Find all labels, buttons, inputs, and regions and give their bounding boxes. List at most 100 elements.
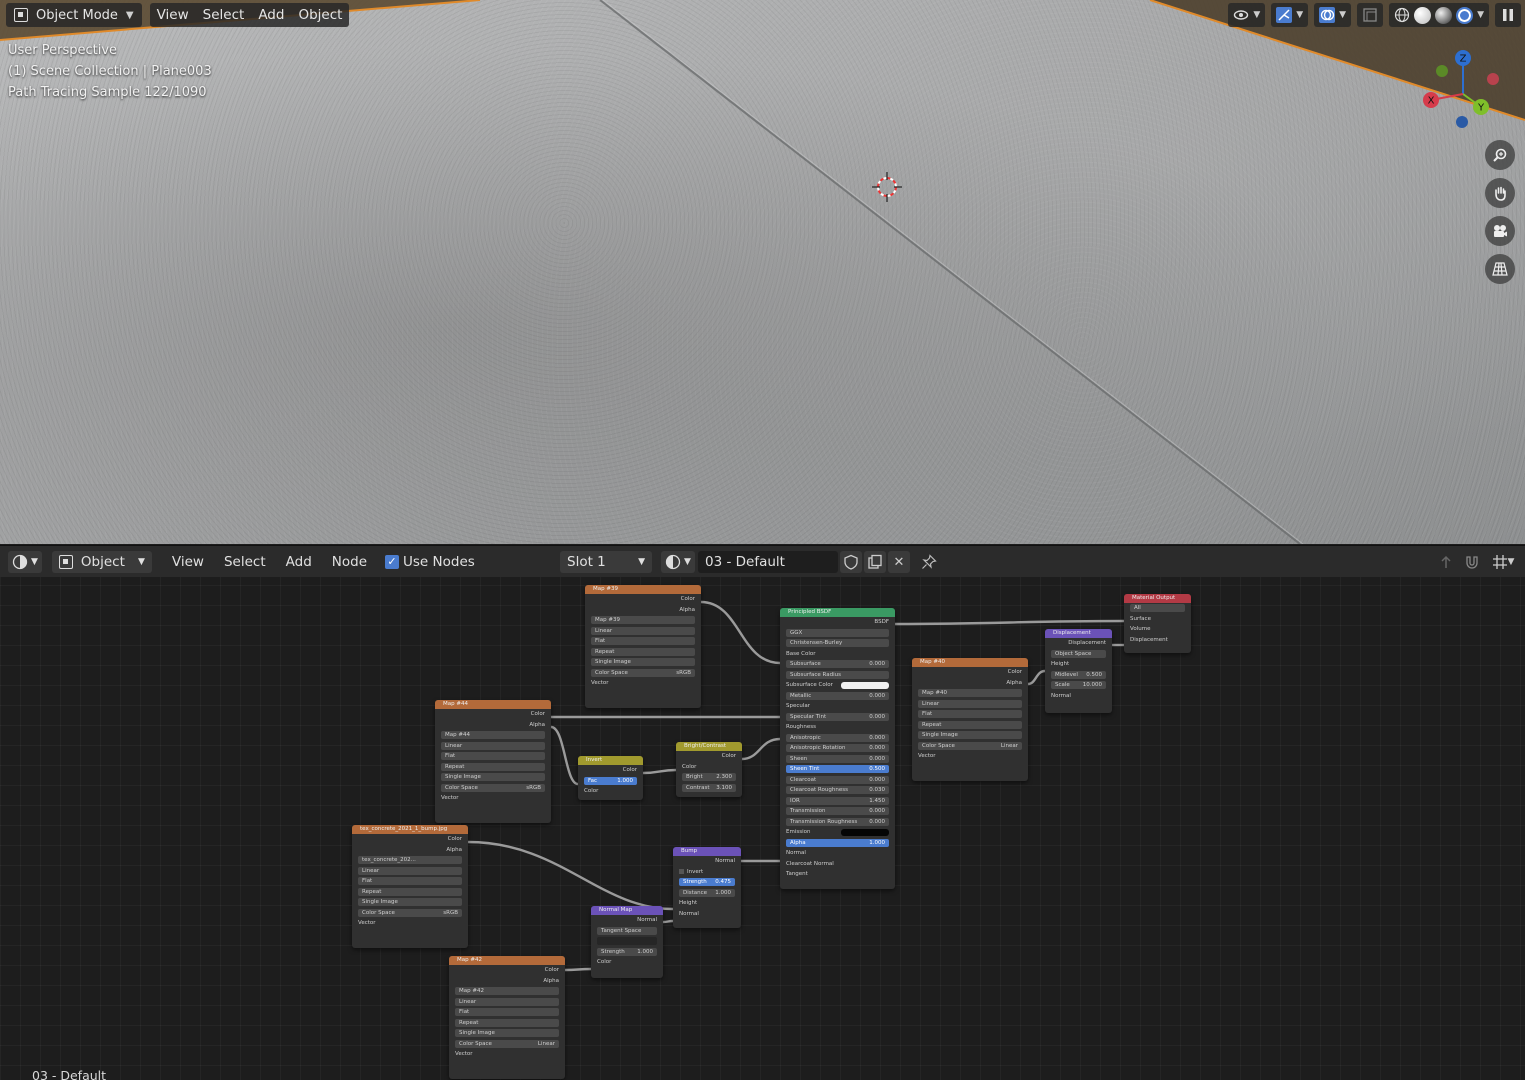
input-color-socket[interactable]: Color (676, 762, 742, 773)
node-header[interactable]: Material Output (1124, 594, 1191, 603)
bsdf-input-tangent[interactable]: Tangent (780, 869, 895, 880)
input-field[interactable]: Metallic 0.000 (786, 691, 889, 700)
projection-dropdown[interactable]: Flat (441, 752, 545, 761)
input-vector-socket[interactable]: Vector (585, 678, 701, 689)
node-header[interactable]: Displacement (1045, 629, 1112, 638)
extension-dropdown[interactable]: Repeat (455, 1018, 559, 1027)
ne-menu-add[interactable]: Add (278, 554, 320, 570)
bsdf-input-roughness[interactable]: Roughness (780, 722, 895, 733)
editor-type-dropdown[interactable]: ▼ (8, 550, 42, 573)
camera-view-button[interactable] (1485, 216, 1515, 246)
output-normal-socket[interactable]: Normal (673, 856, 741, 867)
material-output-node[interactable]: Material Output All Surface Volume Displ… (1124, 594, 1191, 653)
image-selector[interactable]: Map #39 (591, 616, 695, 625)
use-nodes-toggle[interactable]: ✓ Use Nodes (385, 554, 475, 570)
input-height-socket[interactable]: Height (1045, 659, 1112, 670)
menu-view[interactable]: View (150, 3, 196, 27)
input-field[interactable]: IOR 1.450 (786, 796, 889, 805)
bsdf-input-subsurface-radius[interactable]: Subsurface Radius (780, 670, 895, 681)
pin-button[interactable] (918, 551, 940, 573)
input-volume-socket[interactable]: Volume (1124, 624, 1191, 635)
output-alpha-socket[interactable]: Alpha (352, 845, 468, 856)
unlink-material-button[interactable]: ✕ (888, 551, 910, 573)
bsdf-input-sheen-tint[interactable]: Sheen Tint 0.500 (780, 764, 895, 775)
zoom-button[interactable] (1485, 140, 1515, 170)
material-name-field[interactable]: 03 - Default (698, 551, 838, 573)
output-color-socket[interactable]: Color (449, 965, 565, 976)
snap-toggle[interactable] (1461, 551, 1483, 573)
source-dropdown[interactable]: Single Image (591, 658, 695, 667)
color-space-dropdown[interactable]: Color Space Linear (455, 1039, 559, 1048)
space-dropdown[interactable]: Object Space (1051, 649, 1106, 658)
ne-menu-select[interactable]: Select (216, 554, 274, 570)
bsdf-input-transmission[interactable]: Transmission 0.000 (780, 806, 895, 817)
bsdf-input-emission[interactable]: Emission (780, 827, 895, 838)
menu-object[interactable]: Object (291, 3, 349, 27)
color-swatch[interactable] (841, 828, 889, 836)
parent-node-tree-button[interactable] (1435, 551, 1457, 573)
output-color-socket[interactable]: Color (912, 667, 1028, 678)
displacement-node[interactable]: Displacement Displacement Object Space H… (1045, 629, 1112, 713)
image-selector[interactable]: Map #44 (441, 731, 545, 740)
input-vector-socket[interactable]: Vector (449, 1049, 565, 1060)
image-texture-node-map44[interactable]: Map #44 Color Alpha Map #44 Linear Flat … (435, 700, 551, 823)
distance-field[interactable]: Distance 1.000 (679, 888, 735, 897)
node-header[interactable]: Map #44 (435, 700, 551, 709)
duplicate-material-button[interactable] (864, 551, 886, 573)
node-header[interactable]: Map #39 (585, 585, 701, 594)
midlevel-field[interactable]: Midlevel 0.500 (1051, 670, 1106, 679)
output-color-socket[interactable]: Color (352, 834, 468, 845)
bsdf-input-subsurface-color[interactable]: Subsurface Color (780, 680, 895, 691)
input-field[interactable]: Anisotropic 0.000 (786, 733, 889, 742)
shader-node-editor[interactable]: ▼ Object ▼ View Select Add Node ✓ Use No… (0, 545, 1525, 1080)
input-vector-socket[interactable]: Vector (912, 751, 1028, 762)
bsdf-input-clearcoat-roughness[interactable]: Clearcoat Roughness 0.030 (780, 785, 895, 796)
target-dropdown[interactable]: All (1130, 604, 1185, 613)
material-browse-button[interactable]: ▼ (661, 551, 695, 573)
bsdf-input-ior[interactable]: IOR 1.450 (780, 796, 895, 807)
image-selector[interactable]: Map #40 (918, 689, 1022, 698)
invert-checkbox[interactable]: Invert (673, 867, 741, 878)
source-dropdown[interactable]: Single Image (455, 1029, 559, 1038)
input-color-socket[interactable]: Color (591, 957, 663, 968)
output-color-socket[interactable]: Color (435, 709, 551, 720)
input-field[interactable]: Subsurface 0.000 (786, 660, 889, 669)
extension-dropdown[interactable]: Repeat (918, 720, 1022, 729)
object-mode-dropdown[interactable]: Object Mode ▼ (6, 3, 142, 27)
ortho-toggle-button[interactable] (1485, 254, 1515, 284)
ne-menu-node[interactable]: Node (324, 554, 375, 570)
strength-field[interactable]: Strength 1.000 (597, 947, 657, 956)
invert-node[interactable]: Invert Color Fac 1.000 Color (578, 756, 643, 800)
input-vector-socket[interactable]: Vector (352, 918, 468, 929)
xray-toggle[interactable] (1357, 3, 1384, 27)
scale-field[interactable]: Scale 10.000 (1051, 681, 1106, 690)
output-bsdf-socket[interactable]: BSDF (780, 617, 895, 628)
projection-dropdown[interactable]: Flat (358, 877, 462, 886)
node-header[interactable]: Invert (578, 756, 643, 765)
projection-dropdown[interactable]: Flat (591, 637, 695, 646)
interpolation-dropdown[interactable]: Linear (918, 699, 1022, 708)
3d-viewport[interactable]: Object Mode ▼ View Select Add Object Use… (0, 0, 1525, 544)
space-dropdown[interactable]: Tangent Space (597, 926, 657, 935)
interpolation-dropdown[interactable]: Linear (591, 626, 695, 635)
input-normal-socket[interactable]: Normal (673, 909, 741, 920)
image-selector[interactable]: tex_concrete_202... (358, 856, 462, 865)
input-field[interactable]: Transmission 0.000 (786, 807, 889, 816)
wireframe-shading-icon[interactable] (1394, 7, 1410, 23)
node-header[interactable]: Map #42 (449, 956, 565, 965)
output-alpha-socket[interactable]: Alpha (449, 976, 565, 987)
bsdf-input-subsurface[interactable]: Subsurface 0.000 (780, 659, 895, 670)
input-field[interactable]: Subsurface Radius (786, 670, 889, 679)
bsdf-input-clearcoat-normal[interactable]: Clearcoat Normal (780, 859, 895, 870)
normal-map-node[interactable]: Normal Map Normal Tangent Space Strength… (591, 906, 663, 978)
input-vector-socket[interactable]: Vector (435, 793, 551, 804)
output-color-socket[interactable]: Color (578, 765, 643, 776)
input-field[interactable]: Anisotropic Rotation 0.000 (786, 744, 889, 753)
snap-mode-dropdown[interactable]: ▼ (1487, 551, 1519, 573)
bright-field[interactable]: Bright 2.300 (682, 773, 736, 782)
output-color-socket[interactable]: Color (676, 751, 742, 762)
bsdf-input-metallic[interactable]: Metallic 0.000 (780, 691, 895, 702)
node-header[interactable]: Bump (673, 847, 741, 856)
bsdf-input-anisotropic[interactable]: Anisotropic 0.000 (780, 733, 895, 744)
object-shader-dropdown[interactable]: Object ▼ (51, 550, 152, 573)
